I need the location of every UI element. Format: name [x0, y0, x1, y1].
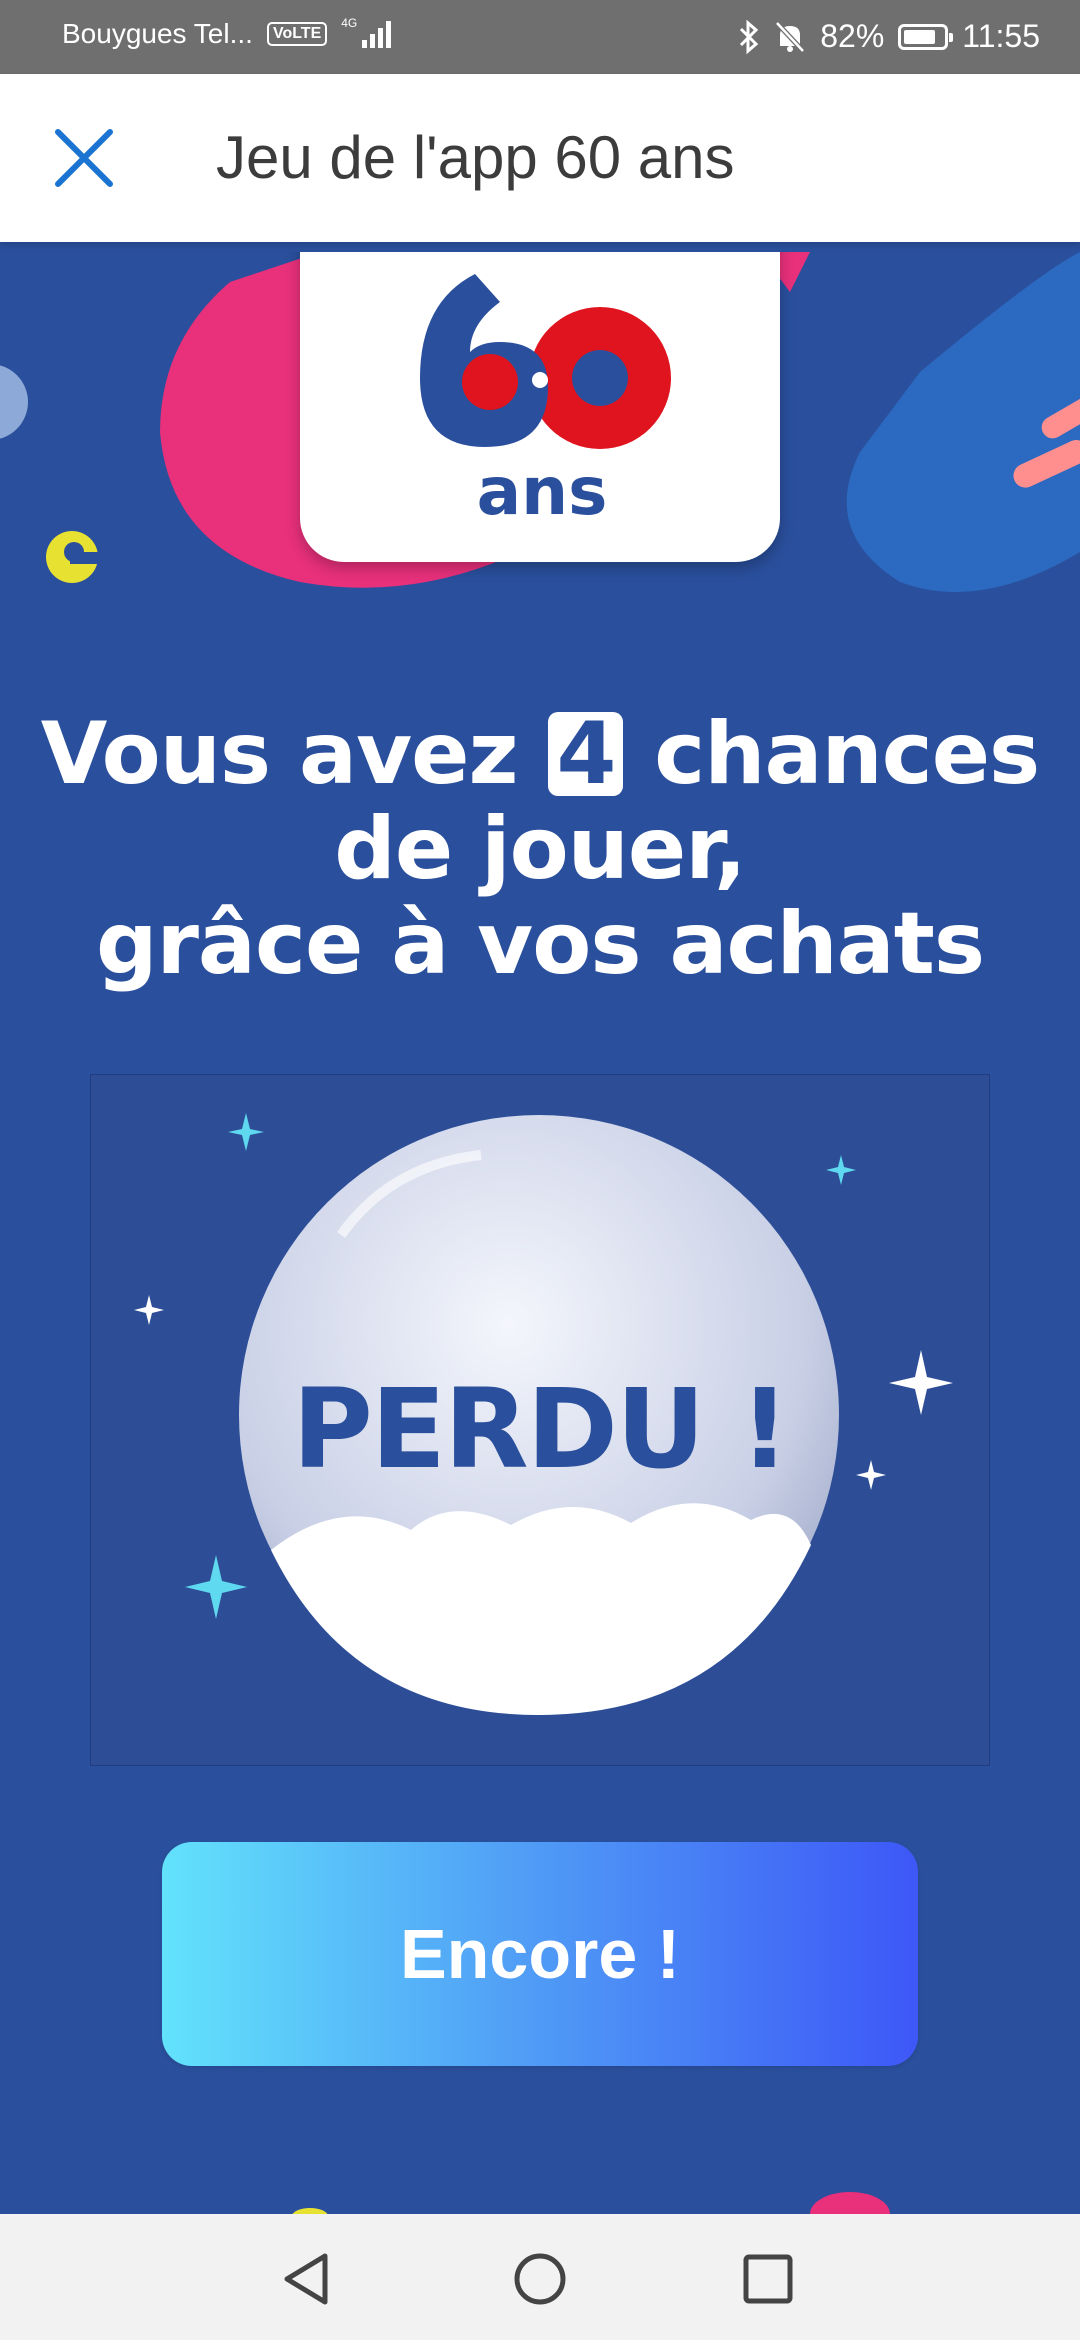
status-bar: Bouygues Tel... VoLTE 4G 82% 11:55 — [0, 0, 1080, 74]
close-icon[interactable] — [50, 124, 118, 192]
mute-icon — [775, 20, 806, 53]
headline-before: Vous avez — [40, 704, 519, 804]
back-icon[interactable] — [273, 2244, 343, 2314]
bluetooth-icon — [740, 19, 759, 54]
result-text: PERDU ! — [292, 1365, 790, 1493]
clock: 11:55 — [962, 18, 1040, 54]
game-area: ans Vous avez 4 chances de jouer, grâce … — [0, 252, 1080, 2214]
battery-percent: 82% — [820, 18, 885, 54]
play-again-button[interactable]: Encore ! — [162, 1842, 918, 2066]
carrier-name: Bouygues Tel... — [62, 18, 253, 49]
home-icon[interactable] — [505, 2244, 575, 2314]
volte-badge: VoLTE — [266, 22, 328, 46]
page-title: Jeu de l'app 60 ans — [216, 124, 735, 191]
headline-line2: grâce à vos achats — [95, 894, 985, 994]
logo-word: ans — [477, 453, 608, 530]
chances-count: 4 — [548, 711, 624, 797]
result-panel: PERDU ! — [90, 1074, 990, 1766]
bottom-decoration — [292, 2192, 890, 2214]
chances-headline: Vous avez 4 chances de jouer, grâce à vo… — [0, 707, 1080, 992]
network-type: 4G — [341, 16, 358, 30]
logo-60-ans: ans — [300, 252, 780, 562]
app-header: Jeu de l'app 60 ans — [0, 74, 1080, 242]
recents-icon[interactable] — [733, 2244, 803, 2314]
signal-icon: 4G — [341, 16, 392, 48]
battery-icon — [898, 23, 954, 50]
system-nav-bar — [0, 2214, 1080, 2340]
anniversary-logo: ans — [420, 274, 671, 530]
